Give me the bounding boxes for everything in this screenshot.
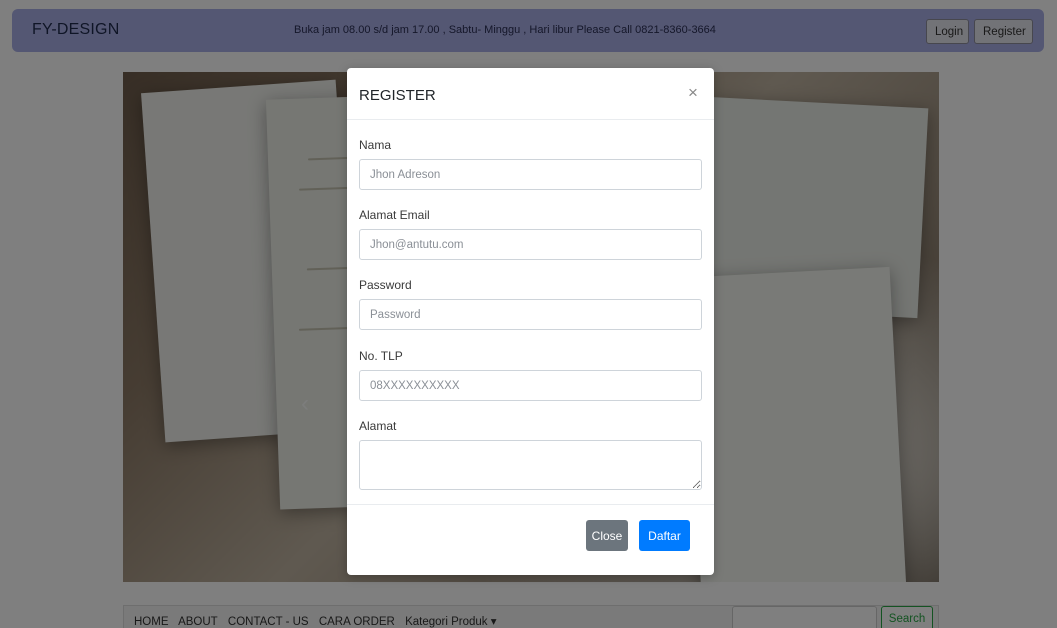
close-icon[interactable]: × xyxy=(684,83,702,103)
alamat-label: Alamat xyxy=(359,419,397,433)
daftar-button[interactable]: Daftar xyxy=(639,520,690,551)
password-label: Password xyxy=(359,278,412,292)
modal-header: REGISTER × xyxy=(347,68,714,120)
alamat-textarea[interactable] xyxy=(359,440,702,490)
phone-field[interactable] xyxy=(359,370,702,401)
close-button[interactable]: Close xyxy=(586,520,628,551)
email-field[interactable] xyxy=(359,229,702,260)
register-modal: REGISTER × Nama Alamat Email Password No… xyxy=(347,68,714,575)
modal-title: REGISTER xyxy=(359,87,436,104)
phone-label: No. TLP xyxy=(359,349,403,363)
nama-label: Nama xyxy=(359,138,392,152)
email-label: Alamat Email xyxy=(359,208,430,222)
modal-footer: Close Daftar xyxy=(347,504,714,575)
password-field[interactable] xyxy=(359,299,702,330)
nama-field[interactable] xyxy=(359,159,702,190)
